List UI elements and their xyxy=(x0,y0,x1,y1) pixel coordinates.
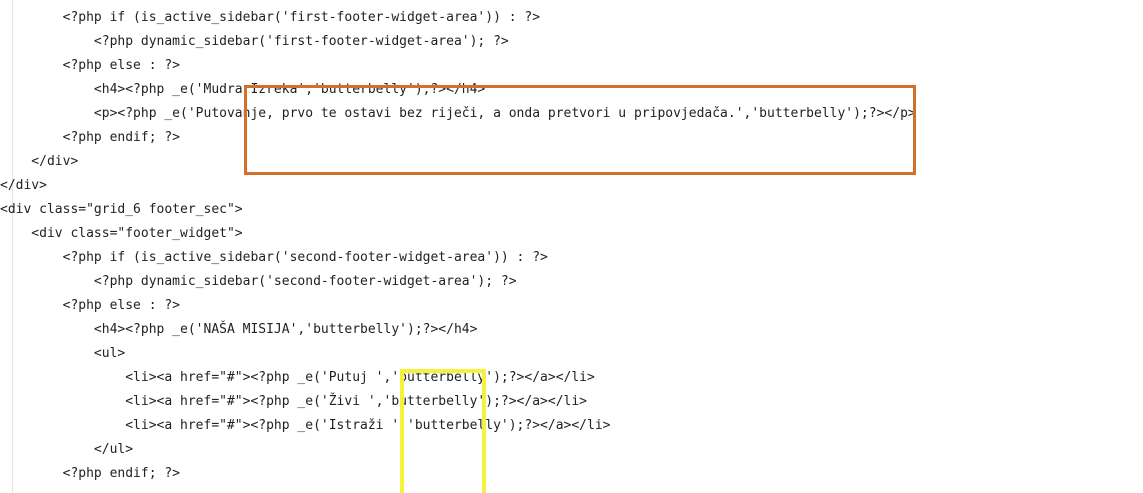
code-line: <h4><?php _e('NAŠA MISIJA','butterbelly'… xyxy=(0,322,478,337)
code-line: <?php if (is_active_sidebar('first-foote… xyxy=(0,10,541,25)
code-editor[interactable]: <?php if (is_active_sidebar('first-foote… xyxy=(0,0,1143,493)
code-line: <div class="footer_widget"> xyxy=(0,226,243,241)
code-line: <?php else : ?> xyxy=(0,58,181,73)
code-line: <li><a href="#"><?php _e('Putuj ','butte… xyxy=(0,370,595,385)
code-line: <h4><?php _e('Mudra Izreka','butterbelly… xyxy=(0,82,486,97)
code-line: <?php dynamic_sidebar('first-footer-widg… xyxy=(0,34,509,49)
code-line: <?php if (is_active_sidebar('second-foot… xyxy=(0,250,548,265)
code-line: <li><a href="#"><?php _e('Istraži ','but… xyxy=(0,418,611,433)
code-line: <li><a href="#"><?php _e('Živi ','butter… xyxy=(0,394,587,409)
code-line: </div> xyxy=(0,154,79,169)
code-line: <?php endif; ?> xyxy=(0,466,181,481)
code-line: <div class="grid_6 footer_sec"> xyxy=(0,202,243,217)
code-line: <p><?php _e('Putovanje, prvo te ostavi b… xyxy=(0,106,916,121)
code-line: <?php else : ?> xyxy=(0,298,181,313)
code-line: </div> xyxy=(0,178,47,193)
code-line: <?php dynamic_sidebar('second-footer-wid… xyxy=(0,274,517,289)
code-line: </ul> xyxy=(0,442,134,457)
code-line: <?php endif; ?> xyxy=(0,130,181,145)
code-line: <ul> xyxy=(0,346,126,361)
